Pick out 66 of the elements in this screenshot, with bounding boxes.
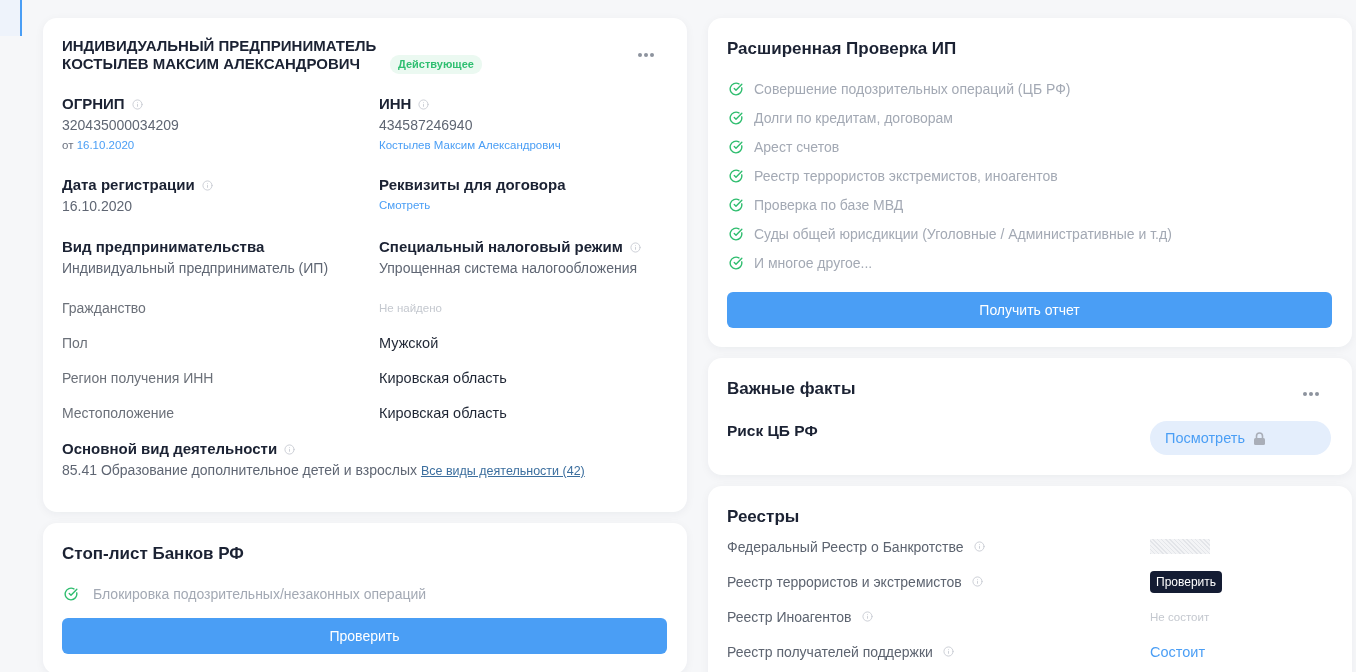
info-icon[interactable]: [284, 443, 296, 455]
field-link[interactable]: Смотреть: [379, 196, 431, 214]
company-name: ИНДИВИДУАЛЬНЫЙ ПРЕДПРИНИМАТЕЛЬ КОСТЫЛЕВ МАКСИМ АЛЕКСАНДРОВИЧ: [62, 37, 378, 73]
field-label: Основной вид деятельности: [62, 439, 278, 459]
attribute-value: Не найдено: [379, 301, 443, 314]
field-value: 16.10.2020: [62, 197, 134, 216]
attribute-value: Кировская область: [379, 369, 508, 386]
registry-label: Реестр террористов и экстремистов: [727, 573, 962, 590]
info-icon[interactable]: [629, 241, 641, 253]
attribute-label: Местоположение: [62, 404, 176, 421]
registry-status: Не состоит: [1150, 610, 1211, 623]
registry-label: Федеральный Реестр о Банкротстве: [727, 538, 964, 555]
fact-label: Риск ЦБ РФ: [727, 421, 819, 441]
check-item-text: Суды общей юрисдикции (Уголовные / Административные и т.д): [754, 225, 1172, 242]
field-value: Упрощенная система налогообложения: [379, 259, 639, 278]
date-link[interactable]: 16.10.2020: [76, 139, 135, 151]
check-item-text: Долги по кредитам, договорам: [754, 109, 953, 126]
card-title: Важные факты: [727, 378, 856, 400]
check-button[interactable]: Проверить: [1150, 570, 1222, 593]
info-icon[interactable]: [973, 541, 985, 552]
check-item-text: Блокировка подозрительных/незаконных операций: [93, 586, 427, 602]
attribute-label: Гражданство: [62, 299, 147, 316]
field-note: от 16.10.2020: [62, 138, 136, 153]
field-value: Индивидуальный предприниматель (ИП): [62, 259, 330, 278]
sidebar-highlight: [0, 0, 22, 36]
check-item-text: Проверка по базе МВД: [754, 196, 904, 213]
info-icon[interactable]: [201, 179, 213, 191]
field-label: Специальный налоговый режим: [379, 237, 623, 257]
check-item-text: И многое другое...: [754, 254, 873, 271]
field-label: Вид предпринимательства: [62, 237, 265, 257]
get-report-button[interactable]: Получить отчет: [727, 292, 1332, 328]
info-icon[interactable]: [971, 576, 983, 587]
more-button[interactable]: [1301, 390, 1321, 398]
card-title: Стоп-лист Банков РФ: [62, 543, 245, 565]
registry-status-link[interactable]: Состоит: [1150, 643, 1206, 660]
field-label: ИНН: [379, 94, 412, 114]
registry-label: Реестр получателей поддержки: [727, 643, 933, 660]
more-button[interactable]: [636, 51, 656, 59]
check-item-text: Совершение подозрительных операций (ЦБ РФ): [754, 80, 1071, 97]
all-activities-link[interactable]: Все виды деятельности (42): [420, 464, 585, 478]
activity-description: 85.41 Образование дополнительное детей и взрослых Все виды деятельности (42): [62, 461, 586, 480]
info-icon[interactable]: [131, 98, 143, 110]
info-icon[interactable]: [861, 611, 873, 622]
field-value: 434587246940: [379, 116, 474, 135]
status-badge: Действующее: [390, 55, 482, 74]
check-item-text: Реестр террористов экстремистов, иноагентов: [754, 167, 1058, 184]
view-button[interactable]: Посмотреть: [1150, 421, 1331, 455]
check-button[interactable]: Проверить: [62, 618, 667, 654]
hidden-value-placeholder: [1150, 539, 1210, 554]
field-label: Дата регистрации: [62, 175, 195, 195]
info-icon[interactable]: [942, 646, 954, 657]
attribute-value: Кировская область: [379, 404, 508, 421]
more-icon: [638, 53, 654, 57]
field-value: 320435000034209: [62, 116, 180, 135]
field-label: Реквизиты для договора: [379, 175, 566, 195]
check-item-text: Арест счетов: [754, 138, 840, 155]
attribute-label: Регион получения ИНН: [62, 369, 215, 386]
registry-label: Реестр Иноагентов: [727, 608, 852, 625]
more-icon: [1303, 392, 1319, 396]
field-link[interactable]: Костылев Максим Александрович: [379, 136, 561, 154]
attribute-value: Мужской: [379, 334, 440, 351]
attribute-label: Пол: [62, 334, 89, 351]
info-icon[interactable]: [418, 98, 430, 110]
field-label: ОГРНИП: [62, 94, 125, 114]
card-title: Реестры: [727, 506, 801, 528]
card-title: Расширенная Проверка ИП: [727, 38, 958, 60]
